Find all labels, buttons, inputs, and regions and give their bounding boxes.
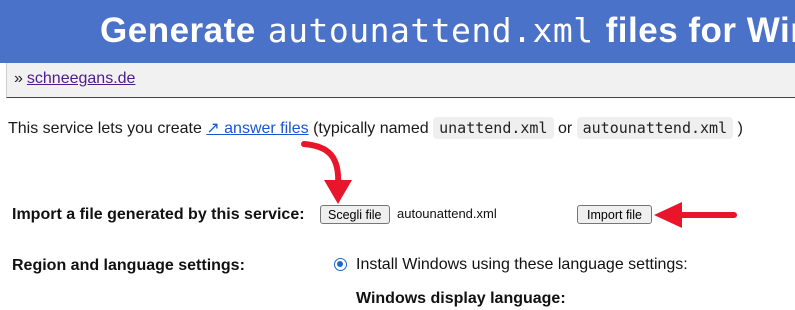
choose-file-button[interactable]: Scegli file [320, 205, 390, 224]
page-title: Generate autounattend.xml files for Window… [100, 8, 795, 54]
breadcrumb-separator: » [14, 70, 23, 87]
intro-text-or: or [553, 120, 577, 137]
answer-files-link[interactable]: ↗ answer files [206, 120, 308, 137]
selected-file-name: autounattend.xml [397, 206, 497, 221]
page-banner: Generate autounattend.xml files for Window… [0, 0, 795, 63]
install-language-radio-label: Install Windows using these language set… [356, 256, 688, 273]
install-language-radio[interactable] [334, 258, 347, 271]
import-file-button[interactable]: Import file [577, 205, 652, 224]
intro-text-end: ) [733, 120, 743, 137]
code-unattend: unattend.xml [433, 117, 554, 139]
intro-text-before: This service lets you create [8, 120, 207, 137]
code-autounattend: autounattend.xml [576, 117, 734, 139]
annotation-arrow-down [301, 141, 352, 204]
import-label: Import a file generated by this service: [12, 206, 305, 223]
intro-text-middle: (typically named [308, 120, 434, 137]
display-language-heading: Windows display language: [356, 290, 566, 307]
title-suffix: files for Windows [605, 11, 795, 50]
annotation-arrow-left [654, 202, 737, 228]
title-filename: autounattend.xml [267, 11, 594, 50]
title-prefix: Generate [100, 11, 256, 50]
breadcrumb-link-home[interactable]: schneegans.de [27, 70, 136, 87]
breadcrumb-bar: » schneegans.de [6, 63, 795, 98]
breadcrumb: » schneegans.de [14, 70, 135, 88]
region-language-label: Region and language settings: [12, 257, 245, 274]
intro-paragraph: This service lets you create ↗ answer fi… [8, 117, 743, 139]
